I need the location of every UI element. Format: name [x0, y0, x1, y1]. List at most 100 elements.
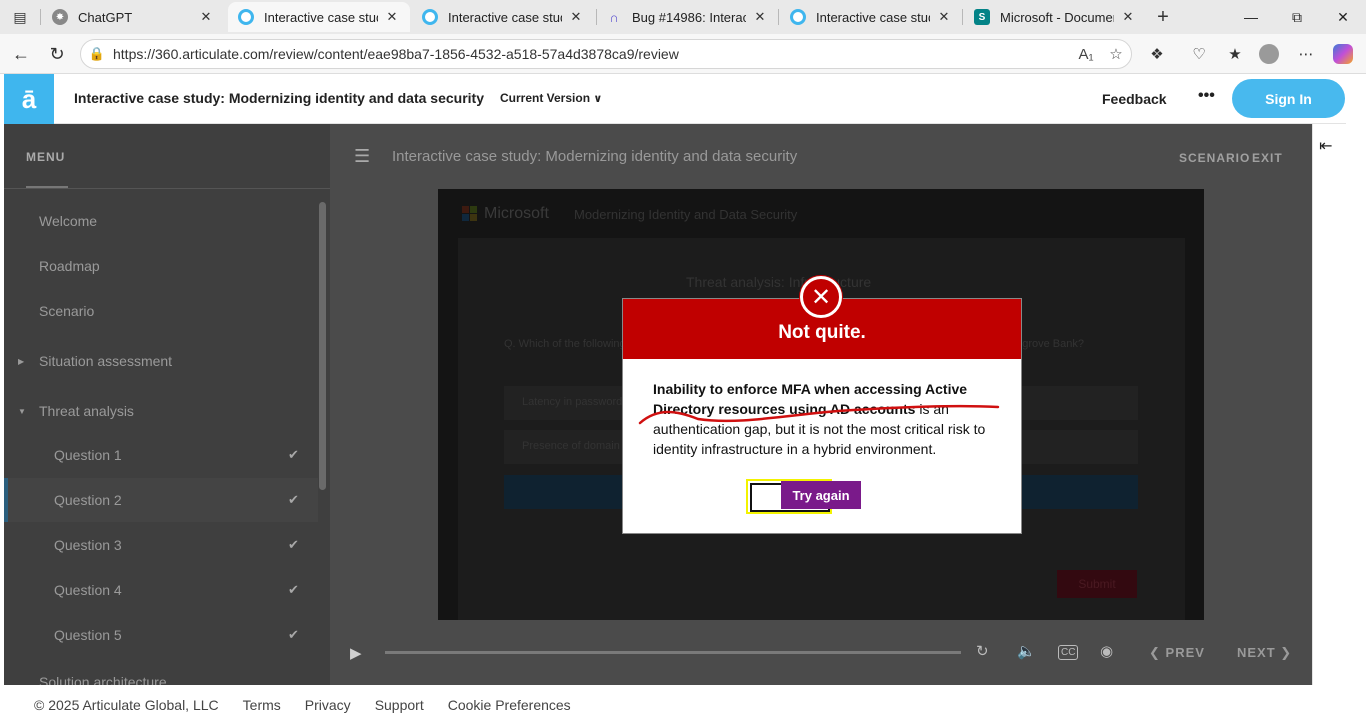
minimize-icon[interactable]: —	[1228, 0, 1274, 34]
comments-pane: ⇤	[1312, 124, 1346, 685]
checkmark-icon: ✔	[288, 582, 299, 597]
site-info-icon[interactable]: 🔒	[81, 46, 113, 62]
checkmark-icon: ✔	[288, 492, 299, 507]
menu-item-question-5[interactable]: Question 5 ✔	[4, 613, 318, 657]
profile-avatar[interactable]	[1254, 42, 1284, 66]
azure-devops-icon: ∩	[609, 9, 619, 25]
chevron-right-icon: ❯	[1280, 645, 1293, 660]
footer-link-privacy[interactable]: Privacy	[305, 697, 351, 713]
close-tab-icon[interactable]: ✕	[1120, 9, 1136, 25]
restore-icon[interactable]: ⧉	[1274, 0, 1320, 34]
next-label: NEXT	[1237, 645, 1276, 660]
favorite-star-icon[interactable]: ☆	[1101, 45, 1131, 63]
extensions-icon[interactable]: ❖	[1142, 42, 1172, 66]
browser-toolbar: ← ↻ 🔒 https://360.articulate.com/review/…	[0, 34, 1366, 74]
articulate-icon	[422, 9, 438, 25]
menu-item-welcome[interactable]: Welcome	[4, 199, 318, 243]
more-options-icon[interactable]: •••	[1198, 87, 1215, 105]
volume-icon[interactable]: 🔈	[1017, 642, 1036, 660]
menu-item-threat-analysis[interactable]: ▼ Threat analysis	[4, 389, 318, 433]
copyright-text: © 2025 Articulate Global, LLC	[34, 696, 219, 713]
version-dropdown[interactable]: Current Version ∨	[500, 91, 602, 105]
next-button[interactable]: NEXT ❯	[1237, 645, 1292, 661]
tab-case-study-3[interactable]: Interactive case study: M ✕	[780, 2, 962, 32]
seek-bar[interactable]	[385, 651, 961, 654]
read-aloud-icon[interactable]: A₁	[1071, 46, 1101, 63]
page-footer: © 2025 Articulate Global, LLC Terms Priv…	[4, 685, 1346, 724]
course-player: MENU Welcome Roadmap Scenario ▶ Situation…	[4, 124, 1312, 685]
prev-button[interactable]: ❮ PREV	[1149, 645, 1205, 661]
course-title: Interactive case study: Modernizing iden…	[74, 90, 484, 106]
chevron-left-icon: ❮	[1149, 645, 1161, 660]
tab-bug-14986[interactable]: ∩ Bug #14986: Interactive ✕	[596, 2, 778, 32]
footer-link-support[interactable]: Support	[375, 697, 424, 713]
tab-actions-icon[interactable]: ▤	[6, 5, 34, 29]
favorites-icon[interactable]: ★	[1220, 42, 1250, 66]
menu-item-scenario[interactable]: Scenario	[4, 289, 318, 333]
browser-tab-bar: ▤ ✸ ChatGPT ✕ Interactive case study: M …	[0, 0, 1366, 34]
close-tab-icon[interactable]: ✕	[568, 9, 584, 25]
menu-scrollbar[interactable]	[319, 202, 326, 490]
menu-heading: MENU	[26, 150, 66, 164]
tab-chatgpt[interactable]: ✸ ChatGPT ✕	[42, 2, 224, 32]
review-header: ā Interactive case study: Modernizing i…	[4, 74, 1346, 124]
play-icon[interactable]: ▶	[350, 644, 362, 662]
menu-item-question-4[interactable]: Question 4 ✔	[4, 568, 318, 612]
collapse-panel-icon[interactable]: ⇤	[1319, 136, 1332, 156]
version-label: Current Version	[500, 91, 591, 105]
checkmark-icon: ✔	[288, 627, 299, 642]
sharepoint-icon: S	[974, 9, 990, 25]
sign-in-button[interactable]: Sign In	[1232, 79, 1345, 118]
menu-item-situation-assessment[interactable]: ▶ Situation assessment	[4, 339, 318, 383]
browser-essentials-icon[interactable]: ♡	[1184, 42, 1214, 66]
close-tab-icon[interactable]: ✕	[384, 9, 400, 25]
player-title: Interactive case study: Modernizing iden…	[392, 148, 798, 165]
caret-down-icon[interactable]: ▼	[18, 407, 26, 416]
exit-button[interactable]: EXIT	[1252, 151, 1283, 165]
close-tab-icon[interactable]: ✕	[936, 9, 952, 25]
back-icon[interactable]: ←	[6, 40, 36, 68]
scenario-button[interactable]: SCENARIO	[1179, 151, 1250, 165]
chevron-down-icon: ∨	[593, 93, 603, 105]
settings-more-icon[interactable]: ⋯	[1291, 42, 1321, 66]
articulate-logo-icon[interactable]: ā	[4, 74, 54, 124]
error-x-icon: ✕	[800, 276, 842, 318]
menu-item-solution-architecture[interactable]: Solution architecture	[4, 664, 318, 685]
slide-section-title: Threat analysis: Infrastructure	[686, 274, 872, 290]
new-tab-icon[interactable]: +	[1149, 5, 1177, 29]
tab-case-study-active[interactable]: Interactive case study: M ✕	[228, 2, 410, 32]
menu-item-question-2[interactable]: Question 2 ✔	[4, 478, 318, 522]
hamburger-menu-icon[interactable]: ☰	[354, 146, 370, 167]
copilot-icon[interactable]	[1328, 42, 1358, 66]
prev-label: PREV	[1165, 645, 1205, 660]
footer-link-cookie-preferences[interactable]: Cookie Preferences	[448, 697, 571, 713]
url-text[interactable]: https://360.articulate.com/review/conten…	[113, 46, 1071, 62]
slide-brand: Microsoft	[484, 205, 549, 222]
replay-icon[interactable]: ↻	[976, 642, 989, 660]
submit-button[interactable]: Submit	[1057, 570, 1137, 598]
menu-item-question-1[interactable]: Question 1 ✔	[4, 433, 318, 477]
caret-right-icon[interactable]: ▶	[18, 357, 24, 366]
try-again-button[interactable]: Try again	[781, 481, 861, 509]
red-annotation-line	[638, 404, 1000, 425]
address-bar[interactable]: 🔒 https://360.articulate.com/review/cont…	[80, 39, 1132, 69]
articulate-icon	[238, 9, 254, 25]
tab-microsoft-documents[interactable]: S Microsoft - Documents ✕	[964, 2, 1146, 32]
close-tab-icon[interactable]: ✕	[752, 9, 768, 25]
microsoft-logo-icon	[462, 206, 478, 222]
close-tab-icon[interactable]: ✕	[198, 9, 214, 25]
refresh-icon[interactable]: ↻	[42, 40, 72, 68]
slide-subtitle: Modernizing Identity and Data Security	[574, 207, 798, 222]
feedback-modal: Not quite. ✕ Inability to enforce MFA wh…	[622, 276, 1022, 534]
playback-settings-icon[interactable]: ◉	[1100, 642, 1113, 660]
closed-captions-icon[interactable]: CC	[1058, 645, 1079, 660]
menu-item-question-3[interactable]: Question 3 ✔	[4, 523, 318, 567]
checkmark-icon: ✔	[288, 447, 299, 462]
modal-title: Not quite.	[778, 322, 866, 343]
menu-item-roadmap[interactable]: Roadmap	[4, 244, 318, 288]
feedback-button[interactable]: Feedback	[1102, 91, 1167, 107]
course-menu: MENU Welcome Roadmap Scenario ▶ Situation…	[4, 124, 330, 685]
tab-case-study-2[interactable]: Interactive case study: M ✕	[412, 2, 594, 32]
close-window-icon[interactable]: ✕	[1320, 0, 1366, 34]
footer-link-terms[interactable]: Terms	[243, 697, 281, 713]
